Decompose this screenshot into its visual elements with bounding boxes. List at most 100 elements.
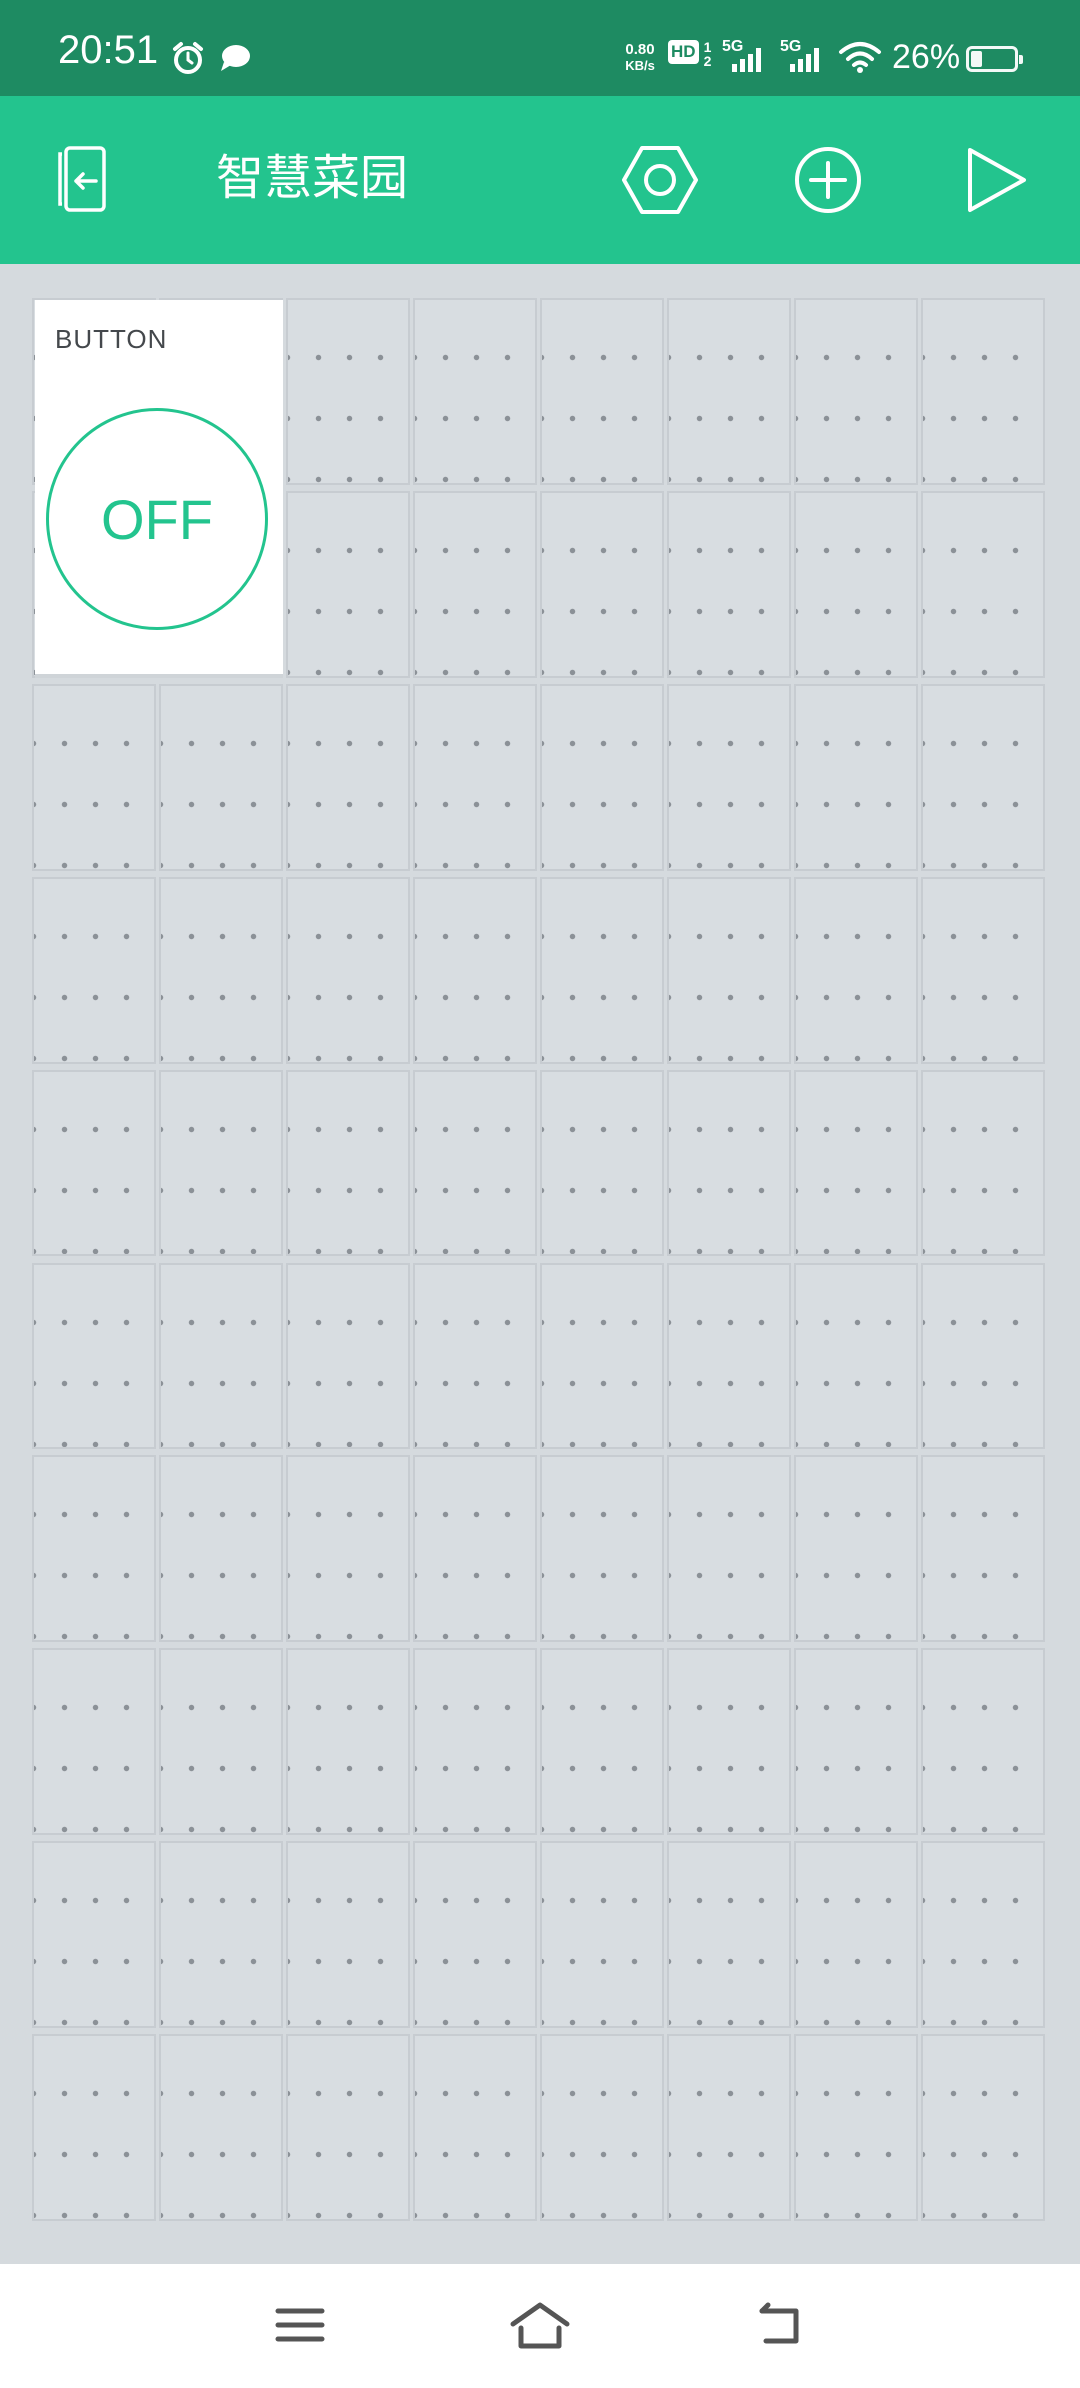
network-speed: 0.80 KB/s [616, 42, 664, 74]
play-icon [968, 148, 1026, 212]
grid-cell[interactable] [667, 1455, 791, 1643]
grid-cell[interactable] [286, 490, 410, 678]
grid-cell[interactable] [159, 1455, 283, 1643]
hd-sub-bottom: 2 [703, 53, 712, 69]
grid-cell[interactable] [413, 876, 537, 1064]
play-button[interactable] [946, 130, 1046, 230]
grid-cell[interactable] [540, 876, 664, 1064]
grid-cell[interactable] [32, 2034, 156, 2221]
grid-cell[interactable] [540, 683, 664, 871]
net-speed-value: 0.80 [625, 41, 655, 58]
grid-cell[interactable] [413, 1841, 537, 2029]
grid-cell[interactable] [159, 683, 283, 871]
grid-cell[interactable] [413, 1069, 537, 1257]
grid-cell[interactable] [286, 298, 410, 485]
grid-cell[interactable] [32, 1455, 156, 1643]
grid-cell[interactable] [413, 298, 537, 485]
grid-cell[interactable] [286, 683, 410, 871]
grid-cell[interactable] [413, 1648, 537, 1836]
add-widget-icon [795, 147, 861, 213]
grid-cell[interactable] [286, 1262, 410, 1450]
grid-cell[interactable] [413, 1262, 537, 1450]
grid-cell[interactable] [159, 1648, 283, 1836]
grid-cell[interactable] [286, 876, 410, 1064]
button-widget[interactable]: BUTTON OFF [35, 300, 283, 678]
grid-cell[interactable] [540, 1069, 664, 1257]
app-bar: 智慧菜园 [0, 96, 1080, 264]
grid-cell[interactable] [159, 1841, 283, 2029]
grid-cell[interactable] [159, 2034, 283, 2221]
grid-cell[interactable] [921, 1841, 1045, 2029]
grid-cell[interactable] [540, 2034, 664, 2221]
grid-cell[interactable] [921, 490, 1045, 678]
grid-cell[interactable] [540, 490, 664, 678]
grid-cell[interactable] [540, 1262, 664, 1450]
grid-cell[interactable] [32, 683, 156, 871]
grid-cell[interactable] [667, 1069, 791, 1257]
grid-cell[interactable] [32, 1069, 156, 1257]
grid-cell[interactable] [286, 1648, 410, 1836]
hd-volte-badge: HD 1 2 [668, 40, 711, 68]
add-widget-button[interactable] [778, 130, 878, 230]
grid-cell[interactable] [921, 876, 1045, 1064]
grid-cell[interactable] [540, 1841, 664, 2029]
widget-label: BUTTON [55, 324, 168, 354]
exit-device-button[interactable] [34, 130, 134, 230]
grid-cell[interactable] [667, 490, 791, 678]
grid-cell[interactable] [286, 1455, 410, 1643]
grid-cell[interactable] [667, 1262, 791, 1450]
grid-cell[interactable] [32, 1648, 156, 1836]
grid-cell[interactable] [921, 1648, 1045, 1836]
settings-hexagon-icon [622, 146, 698, 214]
grid-cell[interactable] [159, 1262, 283, 1450]
grid-cell[interactable] [794, 876, 918, 1064]
grid-cell[interactable] [667, 2034, 791, 2221]
grid-cell[interactable] [413, 1455, 537, 1643]
grid-cell[interactable] [667, 683, 791, 871]
grid-cell[interactable] [794, 683, 918, 871]
grid-cell[interactable] [667, 298, 791, 485]
battery-percent: 26% [892, 38, 961, 76]
grid-cell[interactable] [413, 2034, 537, 2221]
net-speed-unit: KB/s [625, 58, 655, 73]
grid-cell[interactable] [921, 683, 1045, 871]
grid-cell[interactable] [794, 490, 918, 678]
grid-cell[interactable] [667, 1648, 791, 1836]
grid-cell[interactable] [921, 1069, 1045, 1257]
grid-cell[interactable] [921, 1262, 1045, 1450]
grid-cell[interactable] [794, 1841, 918, 2029]
grid-cell[interactable] [921, 1455, 1045, 1643]
grid-cell[interactable] [921, 2034, 1045, 2221]
grid-cell[interactable] [286, 1069, 410, 1257]
grid-cell[interactable] [667, 1841, 791, 2029]
grid-cell[interactable] [286, 2034, 410, 2221]
grid-cell[interactable] [413, 683, 537, 871]
grid-cell[interactable] [286, 1841, 410, 2029]
grid-cell[interactable] [794, 298, 918, 485]
home-button[interactable] [500, 2290, 580, 2360]
grid-cell[interactable] [32, 1841, 156, 2029]
grid-cell[interactable] [413, 490, 537, 678]
settings-button[interactable] [610, 130, 710, 230]
exit-device-icon [58, 146, 106, 212]
grid-cell[interactable] [540, 1648, 664, 1836]
grid-cell[interactable] [159, 1069, 283, 1257]
grid-cell[interactable] [540, 298, 664, 485]
grid-cell[interactable] [32, 1262, 156, 1450]
grid-cell[interactable] [794, 1262, 918, 1450]
grid-cell[interactable] [540, 1455, 664, 1643]
toggle-button[interactable]: OFF [46, 408, 268, 630]
grid-cell[interactable] [794, 2034, 918, 2221]
grid-cell[interactable] [794, 1455, 918, 1643]
page-title: 智慧菜园 [216, 150, 409, 206]
wifi-icon [839, 42, 881, 73]
back-button[interactable] [740, 2290, 820, 2360]
grid-cell[interactable] [667, 876, 791, 1064]
grid-cell[interactable] [794, 1069, 918, 1257]
status-time: 20:51 [58, 28, 159, 72]
grid-cell[interactable] [794, 1648, 918, 1836]
grid-cell[interactable] [159, 876, 283, 1064]
grid-cell[interactable] [921, 298, 1045, 485]
menu-button[interactable] [260, 2290, 340, 2360]
grid-cell[interactable] [32, 876, 156, 1064]
